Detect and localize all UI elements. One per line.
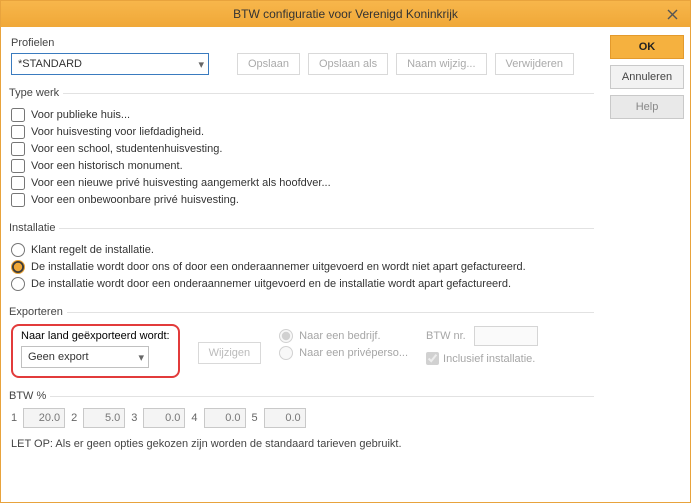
save-button[interactable]: Opslaan [237,53,300,75]
export-target-radio[interactable] [279,329,293,343]
close-button[interactable] [654,1,690,27]
profiles-select[interactable]: *STANDARD ▾ [11,53,209,75]
worktype-item-label: Voor een historisch monument. [31,160,183,172]
install-option[interactable]: Klant regelt de installatie. [11,243,594,257]
export-target-option[interactable]: Naar een bedrijf. [279,329,408,343]
btw-index: 2 [71,412,77,424]
btw-index: 1 [11,412,17,424]
worktype-item-label: Voor een nieuwe privé huisvesting aangem… [31,177,331,189]
delete-button[interactable]: Verwijderen [495,53,574,75]
install-radio[interactable] [11,260,25,274]
dialog-window: BTW configuratie voor Verenigd Koninkrij… [0,0,691,503]
install-radio[interactable] [11,277,25,291]
worktype-item[interactable]: Voor een onbewoonbare privé huisvesting. [11,193,594,207]
profiles-row: *STANDARD ▾ Opslaan Opslaan als Naam wij… [11,53,594,75]
btw-rates-row: 1 20.0 2 5.0 3 0.0 4 0.0 5 0.0 [11,408,594,428]
export-highlight: Naar land geëxporteerd wordt: Geen expor… [11,324,180,378]
side-panel: OK Annuleren Help [604,27,690,502]
worktype-item[interactable]: Voor een historisch monument. [11,159,594,173]
export-target-radio[interactable] [279,346,293,360]
worktype-item-label: Voor een onbewoonbare privé huisvesting. [31,194,239,206]
worktype-item[interactable]: Voor een school, studentenhuisvesting. [11,142,594,156]
worktype-item[interactable]: Voor een nieuwe privé huisvesting aangem… [11,176,594,190]
cancel-button[interactable]: Annuleren [610,65,684,89]
export-target-option[interactable]: Naar een privéperso... [279,346,408,360]
install-option-label: De installatie wordt door ons of door ee… [31,261,526,273]
window-title: BTW configuratie voor Verenigd Koninkrij… [233,7,458,21]
worktype-item[interactable]: Voor publieke huis... [11,108,594,122]
export-vat-group: BTW nr. Inclusief installatie. [426,324,538,365]
titlebar: BTW configuratie voor Verenigd Koninkrij… [1,1,690,27]
install-option-label: De installatie wordt door een onderaanne… [31,278,511,290]
profiles-select-value: *STANDARD [18,58,82,70]
worktype-item-label: Voor een school, studentenhuisvesting. [31,143,222,155]
worktype-checkbox[interactable] [11,176,25,190]
ok-button[interactable]: OK [610,35,684,59]
worktype-checkbox[interactable] [11,125,25,139]
worktype-checkbox[interactable] [11,142,25,156]
save-as-button[interactable]: Opslaan als [308,53,388,75]
btw-fieldset: BTW % 1 20.0 2 5.0 3 0.0 4 0.0 5 0.0 [11,390,594,428]
btw-rate-1[interactable]: 20.0 [23,408,65,428]
btw-rate-4[interactable]: 0.0 [204,408,246,428]
dialog-body: Profielen *STANDARD ▾ Opslaan Opslaan al… [1,27,690,502]
change-button[interactable]: Wijzigen [198,342,262,364]
worktype-legend: Type werk [9,87,63,99]
include-install-checkbox[interactable] [426,352,439,365]
include-install-label: Inclusief installatie. [443,353,535,365]
btw-rate-5[interactable]: 0.0 [264,408,306,428]
worktype-item-label: Voor publieke huis... [31,109,130,121]
vat-number-field[interactable] [474,326,538,346]
chevron-down-icon: ▾ [198,58,204,71]
export-legend: Exporteren [9,306,67,318]
install-option-label: Klant regelt de installatie. [31,244,154,256]
export-country-label: Naar land geëxporteerd wordt: [21,330,170,342]
worktype-checkbox[interactable] [11,193,25,207]
profiles-toolbar: Opslaan Opslaan als Naam wijzig... Verwi… [237,53,574,75]
btw-index: 5 [252,412,258,424]
export-country-value: Geen export [28,351,89,363]
worktype-fieldset: Type werk Voor publieke huis... Voor hui… [11,87,594,210]
btw-rate-3[interactable]: 0.0 [143,408,185,428]
chevron-down-icon: ▾ [138,351,144,364]
export-change-wrap: Wijzigen [198,324,262,364]
worktype-checkbox[interactable] [11,108,25,122]
export-target-group: Naar een bedrijf. Naar een privéperso... [279,324,408,363]
footer-note: LET OP: Als er geen opties gekozen zijn … [11,438,594,450]
install-legend: Installatie [9,222,59,234]
export-target-label: Naar een privéperso... [299,347,408,359]
export-fieldset: Exporteren Naar land geëxporteerd wordt:… [11,306,594,378]
worktype-item[interactable]: Voor huisvesting voor liefdadigheid. [11,125,594,139]
install-radio[interactable] [11,243,25,257]
btw-index: 3 [131,412,137,424]
btw-legend: BTW % [9,390,50,402]
install-fieldset: Installatie Klant regelt de installatie.… [11,222,594,294]
btw-rate-2[interactable]: 5.0 [83,408,125,428]
install-option[interactable]: De installatie wordt door een onderaanne… [11,277,594,291]
help-button[interactable]: Help [610,95,684,119]
profiles-label: Profielen [11,37,594,49]
worktype-item-label: Voor huisvesting voor liefdadigheid. [31,126,204,138]
install-option[interactable]: De installatie wordt door ons of door ee… [11,260,594,274]
export-country-select[interactable]: Geen export ▾ [21,346,149,368]
close-icon [667,9,678,20]
main-panel: Profielen *STANDARD ▾ Opslaan Opslaan al… [1,27,604,502]
vat-number-label: BTW nr. [426,330,466,342]
export-row: Naar land geëxporteerd wordt: Geen expor… [11,324,594,378]
export-target-label: Naar een bedrijf. [299,330,380,342]
btw-index: 4 [191,412,197,424]
rename-button[interactable]: Naam wijzig... [396,53,486,75]
worktype-checkbox[interactable] [11,159,25,173]
